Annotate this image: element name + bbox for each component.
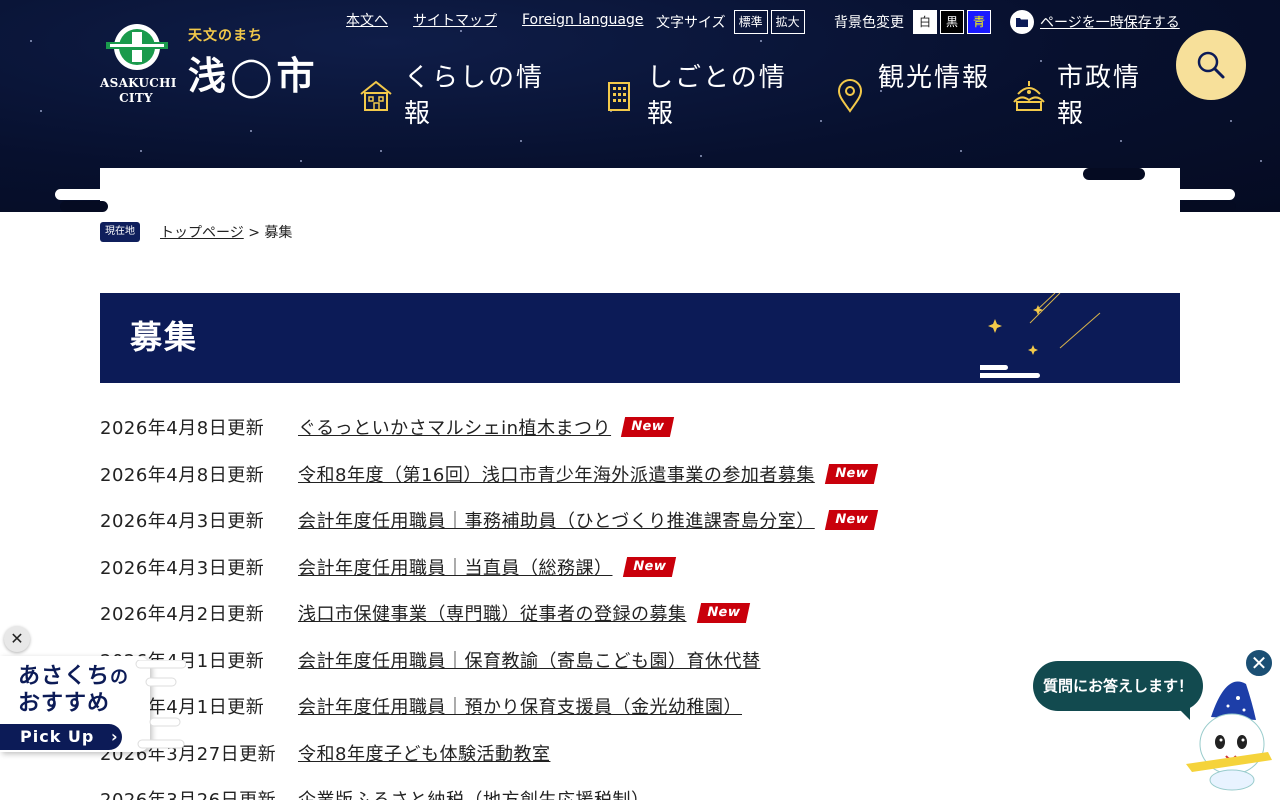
- page-title-band: 募集: [100, 293, 1180, 383]
- list-item-date: 2026年4月8日更新: [100, 418, 265, 439]
- logo-tagline: 天文のまち: [188, 28, 263, 44]
- pickup-close-button[interactable]: ✕: [4, 626, 30, 652]
- list-item-link[interactable]: 会計年度任用職員｜当直員（総務課）: [298, 554, 613, 580]
- star-decoration: [1120, 140, 1122, 142]
- building-icon: [608, 82, 630, 111]
- star-decoration: [30, 40, 32, 42]
- list-item-link[interactable]: 会計年度任用職員｜預かり保育支援員（金光幼稚園）: [298, 693, 742, 719]
- star-decoration: [140, 150, 142, 152]
- bg-blue-button[interactable]: 青: [967, 10, 991, 34]
- star-decoration: [40, 110, 42, 112]
- search-icon: [1197, 51, 1225, 79]
- logo-english-name: ASAKUCHI CITY: [100, 76, 177, 105]
- bg-white-button[interactable]: 白: [913, 10, 937, 34]
- star-decoration: [700, 155, 702, 157]
- new-badge: New: [622, 556, 676, 577]
- breadcrumb-separator: >: [248, 225, 260, 241]
- font-size-standard-button[interactable]: 標準: [733, 10, 768, 34]
- list-item: 2026年4月2日更新 浅口市保健事業（専門職）従事者の登録の募集 New: [100, 590, 750, 636]
- list-item-date: 2026年3月26日更新: [100, 786, 298, 800]
- list-item-date: 2026年4月3日更新: [100, 511, 265, 532]
- nav-work-info[interactable]: しごとの情報: [601, 60, 806, 132]
- nav-tourism-info[interactable]: 観光情報: [832, 60, 992, 132]
- star-decoration: [820, 120, 822, 122]
- shooting-stars-decoration: [980, 293, 1101, 378]
- star-decoration: [1230, 120, 1232, 122]
- list-item-link[interactable]: ぐるっといかさマルシェin植木まつり: [298, 414, 611, 440]
- chatbot-mascot-icon[interactable]: [1186, 672, 1272, 792]
- site-logo[interactable]: ASAKUCHI CITY 天文のまち 浅◯市: [100, 20, 325, 108]
- list-item-link[interactable]: 会計年度任用職員｜保育教諭（寄島こども園）育休代替: [298, 647, 761, 673]
- bg-black-button[interactable]: 黒: [940, 10, 964, 34]
- star-decoration: [380, 150, 382, 152]
- list-item: 2026年4月8日更新 ぐるっといかさマルシェin植木まつり New: [100, 404, 675, 450]
- list-item: 2026年4月1日更新 会計年度任用職員｜預かり保育支援員（金光幼稚園）: [100, 683, 742, 729]
- chevron-right-icon: ›: [110, 727, 119, 746]
- star-decoration: [1260, 160, 1262, 162]
- new-badge: New: [696, 603, 750, 623]
- bg-color-control: 背景色変更 白 黒 青: [834, 2, 991, 42]
- list-item: 2026年3月26日更新企業版ふるさと納税（地方創生応援税制）: [100, 776, 650, 800]
- star-decoration: [250, 130, 252, 132]
- list-item: 2026年4月8日更新 令和8年度（第16回）浅口市青少年海外派遣事業の参加者募集…: [100, 451, 879, 497]
- sitemap-link[interactable]: サイトマップ: [413, 0, 497, 40]
- font-size-control: 文字サイズ 標準 拡大: [656, 2, 805, 42]
- list-item: 2026年4月3日更新 会計年度任用職員｜事務補助員（ひとづくり推進課寄島分室） N…: [100, 497, 879, 543]
- new-badge: New: [824, 463, 879, 484]
- list-item-link[interactable]: 令和8年度（第16回）浅口市青少年海外派遣事業の参加者募集: [298, 461, 815, 487]
- star-decoration: [520, 140, 522, 142]
- star-decoration: [300, 160, 302, 162]
- logo-city-name: 浅◯市: [188, 54, 319, 98]
- list-item-date: 2026年4月3日更新: [100, 557, 265, 579]
- new-badge: New: [620, 417, 675, 437]
- star-decoration: [960, 150, 962, 152]
- list-item: 2026年4月1日更新会計年度任用職員｜保育教諭（寄島こども園）育休代替: [100, 637, 761, 683]
- font-size-label: 文字サイズ: [656, 15, 726, 31]
- nav-living-info[interactable]: くらしの情報: [358, 60, 563, 132]
- list-item-link[interactable]: 企業版ふるさと納税（地方創生応援税制）: [298, 786, 650, 800]
- search-button[interactable]: [1176, 30, 1246, 100]
- bg-color-label: 背景色変更: [834, 15, 904, 31]
- foreign-language-link[interactable]: Foreign language: [522, 0, 643, 40]
- cloud-decoration: [135, 660, 186, 749]
- skip-to-content-link[interactable]: 本文へ: [346, 0, 388, 40]
- list-item-link[interactable]: 浅口市保健事業（専門職）従事者の登録の募集: [298, 600, 687, 626]
- font-size-large-button[interactable]: 拡大: [770, 10, 805, 34]
- header-bottom-edge: [100, 168, 1180, 212]
- list-item-link[interactable]: 令和8年度子ども体験活動教室: [298, 740, 550, 766]
- pickup-widget[interactable]: あさくちの おすすめ Pick Up ›: [0, 656, 186, 752]
- breadcrumb-current: 募集: [264, 225, 293, 241]
- breadcrumb: トップページ > 募集: [160, 223, 292, 243]
- save-page-button[interactable]: ページを一時保存する: [1010, 10, 1180, 34]
- list-item-date: 2026年4月2日更新: [100, 604, 265, 625]
- breadcrumb-current-location-badge: 現在地: [100, 222, 140, 242]
- city-hall-icon: [1013, 81, 1045, 111]
- city-emblem-icon: [106, 24, 168, 70]
- house-icon: [360, 80, 392, 111]
- nav-city-admin-info[interactable]: 市政情報: [1011, 60, 1161, 132]
- new-badge: New: [824, 510, 879, 530]
- site-header: ASAKUCHI CITY 天文のまち 浅◯市 本文へ サイトマップ Forei…: [0, 0, 1280, 212]
- folder-icon: [1010, 10, 1034, 34]
- list-item: 2026年4月3日更新 会計年度任用職員｜当直員（総務課） New: [100, 544, 676, 590]
- breadcrumb-top-link[interactable]: トップページ: [160, 225, 244, 241]
- page-title: 募集: [130, 318, 199, 356]
- list-item-link[interactable]: 会計年度任用職員｜事務補助員（ひとづくり推進課寄島分室）: [298, 507, 815, 533]
- list-item-date: 2026年4月8日更新: [100, 464, 265, 486]
- pickup-button[interactable]: Pick Up ›: [0, 724, 122, 750]
- map-pin-icon: [837, 79, 863, 113]
- chatbot-close-button[interactable]: ✕: [1244, 648, 1274, 678]
- pickup-heading: あさくちの おすすめ: [18, 664, 130, 716]
